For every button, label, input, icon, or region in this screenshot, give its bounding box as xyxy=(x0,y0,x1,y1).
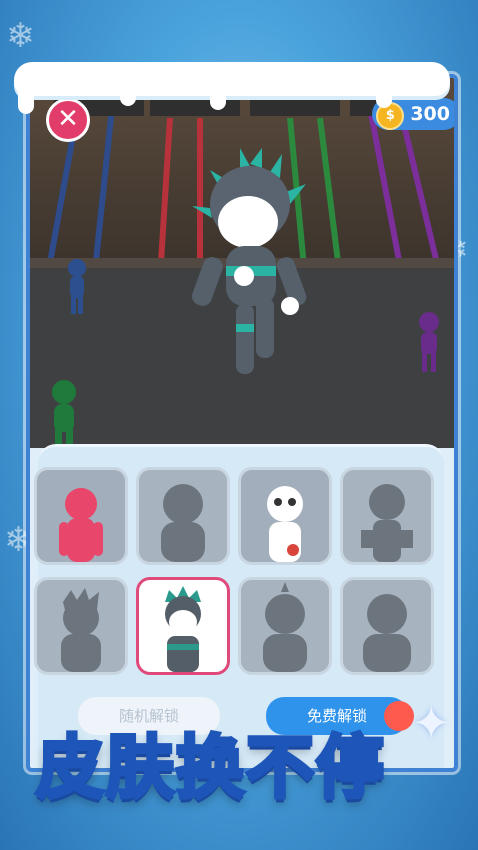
close-button[interactable]: ✕ xyxy=(46,98,90,142)
skin-slot-locked[interactable] xyxy=(238,577,332,675)
npc-purple xyxy=(419,312,439,372)
skin-slot-locked[interactable] xyxy=(340,577,434,675)
snow-drip xyxy=(376,88,392,108)
close-icon: ✕ xyxy=(57,104,79,134)
snow-drip xyxy=(210,88,226,110)
snow-drip xyxy=(120,88,136,106)
skin-slot-pink[interactable] xyxy=(34,467,128,565)
skin-slot-locked[interactable] xyxy=(34,577,128,675)
locked-figure-icon xyxy=(161,484,205,562)
skull-figure-icon xyxy=(267,486,303,562)
skin-slot-locked[interactable] xyxy=(340,467,434,565)
spiky-figure-icon xyxy=(165,586,201,672)
skin-slot-selected[interactable] xyxy=(136,577,230,675)
game-frame: ✕ $ 300 随机解锁 免费解锁 xyxy=(26,74,458,772)
pink-figure-icon xyxy=(59,488,103,562)
locked-figure-icon xyxy=(61,588,101,672)
player-character xyxy=(192,148,307,374)
npc-green xyxy=(52,380,76,448)
npc-blue xyxy=(68,259,86,314)
locked-figure-icon xyxy=(363,594,411,672)
game-scene xyxy=(30,78,454,448)
locked-figure-icon xyxy=(263,582,307,672)
sparkle-star-icon: ✦ xyxy=(412,696,451,750)
snowflake-icon: ❄ xyxy=(6,16,35,56)
skin-slot-skeleton[interactable] xyxy=(238,467,332,565)
promo-banner-title: 皮肤换不停 xyxy=(34,727,387,810)
coin-amount: 300 xyxy=(410,103,450,125)
locked-figure-icon xyxy=(361,484,413,562)
snow-drip xyxy=(18,88,34,114)
skin-slot-locked[interactable] xyxy=(136,467,230,565)
